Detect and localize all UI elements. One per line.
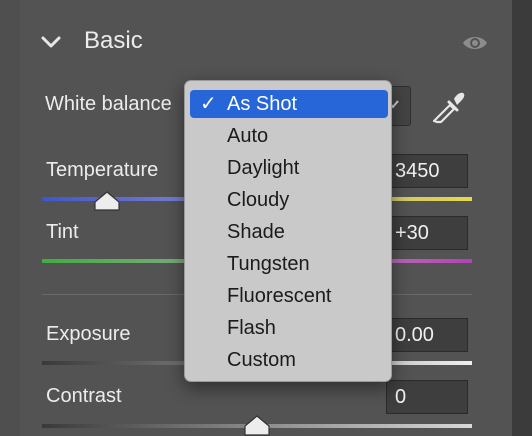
eyedropper-icon[interactable]	[430, 88, 468, 124]
menu-item-fluorescent[interactable]: Fluorescent	[190, 282, 388, 310]
menu-item-as-shot[interactable]: ✓ As Shot	[190, 90, 388, 118]
contrast-label: Contrast	[46, 385, 122, 407]
temperature-label: Temperature	[46, 159, 159, 181]
menu-item-auto[interactable]: Auto	[190, 122, 388, 150]
checkmark-icon: ✓	[200, 93, 217, 115]
contrast-slider-thumb[interactable]	[243, 414, 271, 436]
temperature-value-field[interactable]: 3450	[386, 154, 468, 188]
menu-item-custom[interactable]: Custom	[190, 346, 388, 374]
eye-icon[interactable]	[461, 33, 489, 53]
tint-value-field[interactable]: +30	[386, 216, 468, 250]
tint-label: Tint	[46, 221, 79, 243]
chevron-down-icon[interactable]	[40, 34, 62, 50]
section-title[interactable]: Basic	[84, 27, 143, 55]
white-balance-label: White balance	[45, 93, 172, 115]
temperature-slider-thumb[interactable]	[93, 190, 121, 212]
exposure-label: Exposure	[46, 323, 131, 345]
contrast-value-field[interactable]: 0	[386, 380, 468, 414]
left-gutter	[0, 0, 20, 436]
menu-item-daylight[interactable]: Daylight	[190, 154, 388, 182]
right-gutter	[512, 0, 532, 436]
menu-item-cloudy[interactable]: Cloudy	[190, 186, 388, 214]
menu-item-shade[interactable]: Shade	[190, 218, 388, 246]
exposure-value-field[interactable]: 0.00	[386, 318, 468, 352]
menu-item-label: As Shot	[227, 93, 298, 115]
white-balance-menu: ✓ As Shot Auto Daylight Cloudy Shade Tun…	[184, 80, 392, 382]
menu-item-flash[interactable]: Flash	[190, 314, 388, 342]
menu-item-tungsten[interactable]: Tungsten	[190, 250, 388, 278]
